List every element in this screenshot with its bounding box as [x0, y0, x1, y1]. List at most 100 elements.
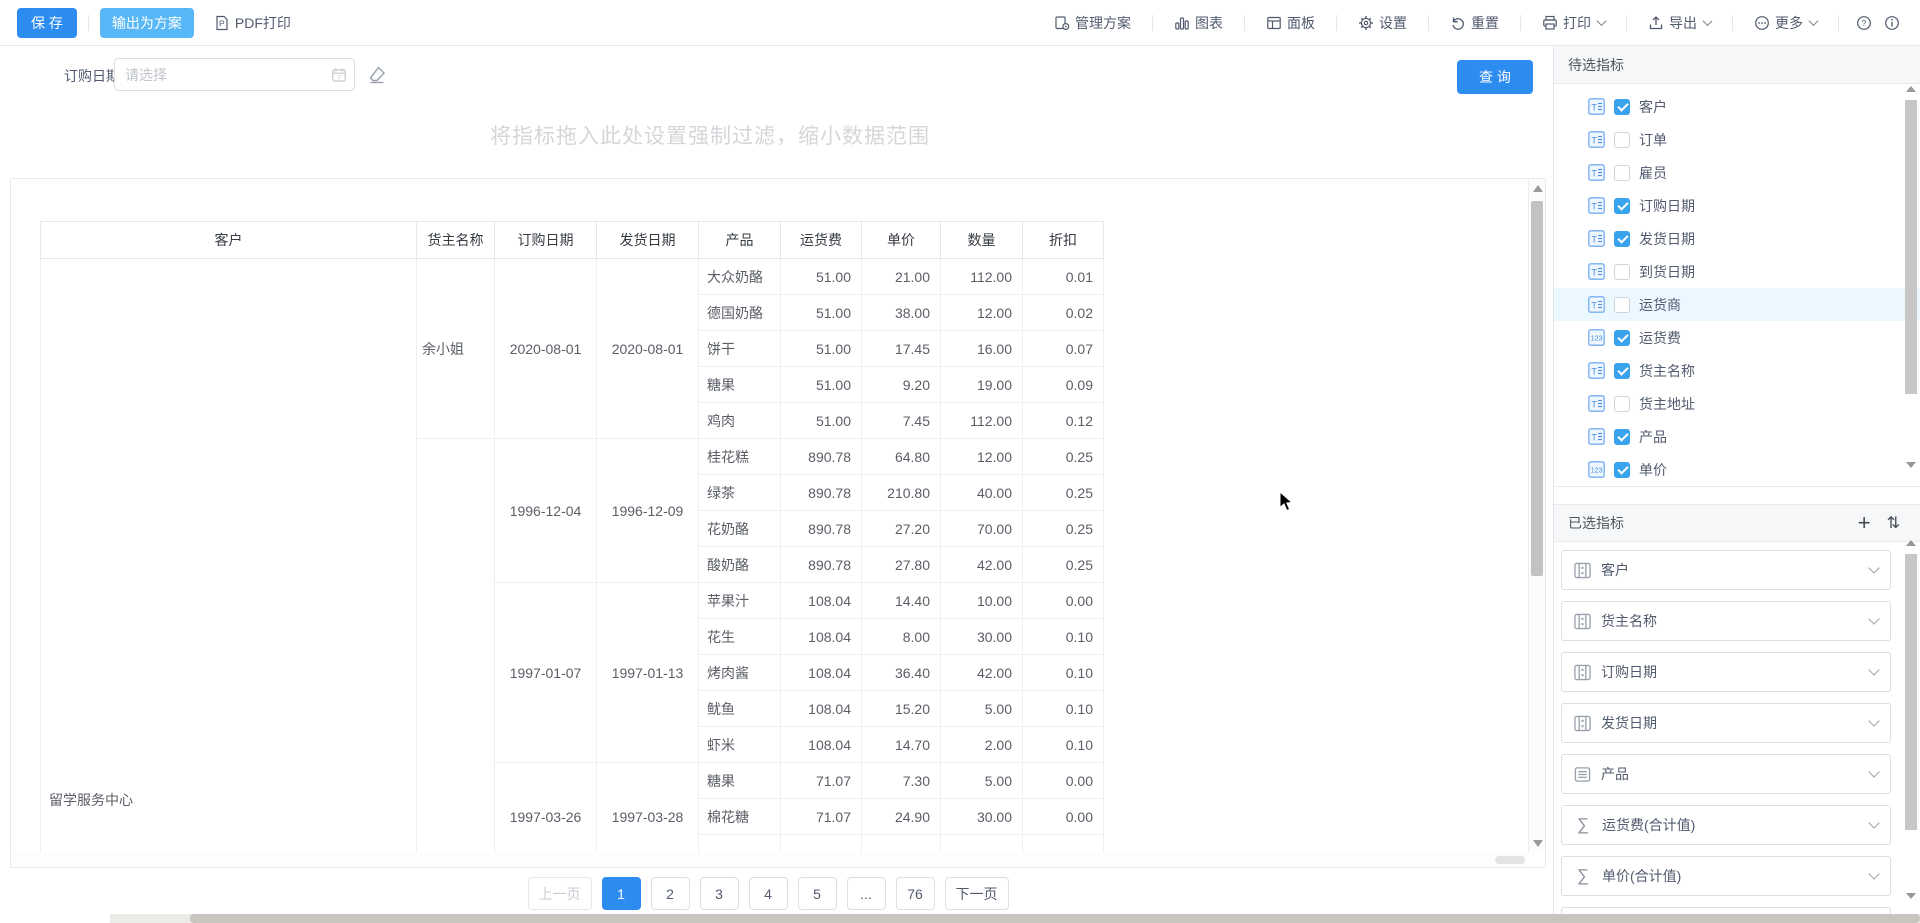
pdf-print-button[interactable]: P PDF打印: [204, 13, 301, 33]
pending-metric-10[interactable]: T货主地址: [1554, 387, 1920, 420]
chevron-down-icon[interactable]: [1868, 562, 1879, 573]
page-2-button[interactable]: 2: [651, 877, 690, 910]
table-horizontal-scrollbar[interactable]: [11, 853, 1528, 867]
export-button[interactable]: 导出: [1638, 13, 1721, 33]
manage-scheme-button[interactable]: 管理方案: [1044, 13, 1141, 33]
checkbox-unchecked[interactable]: [1614, 165, 1630, 181]
column-header: 单价: [862, 222, 941, 259]
checkbox-checked[interactable]: [1614, 363, 1630, 379]
scroll-up-arrow[interactable]: [1906, 86, 1916, 92]
checkbox-checked[interactable]: [1614, 198, 1630, 214]
pending-metric-8[interactable]: 123运货费: [1554, 321, 1920, 354]
chevron-down-icon[interactable]: [1868, 868, 1879, 879]
discount-cell: 0.07: [1023, 331, 1104, 367]
checkbox-unchecked[interactable]: [1614, 297, 1630, 313]
selected-metric-card-6[interactable]: ∑运货费(合计值): [1561, 805, 1891, 845]
table-vertical-scrollbar[interactable]: [1528, 179, 1545, 853]
checkbox-checked[interactable]: [1614, 429, 1630, 445]
scroll-up-arrow[interactable]: [1533, 185, 1543, 192]
scroll-down-arrow[interactable]: [1906, 462, 1916, 468]
checkbox-checked[interactable]: [1614, 462, 1630, 478]
scroll-down-arrow[interactable]: [1533, 840, 1543, 847]
chevron-down-icon[interactable]: [1868, 817, 1879, 828]
reset-button[interactable]: 重置: [1440, 13, 1509, 33]
unit-price-cell: 17.45: [862, 331, 941, 367]
number-field-icon: 123: [1588, 329, 1605, 346]
pending-scrollbar[interactable]: [1905, 86, 1917, 486]
chevron-down-icon[interactable]: [1868, 664, 1879, 675]
pending-metric-5[interactable]: T发货日期: [1554, 222, 1920, 255]
scrollbar-thumb[interactable]: [1905, 554, 1917, 830]
settings-button[interactable]: 设置: [1348, 13, 1417, 33]
pending-metric-2[interactable]: T订单: [1554, 123, 1920, 156]
prev-page-button[interactable]: 上一页: [528, 877, 592, 910]
panel-button[interactable]: 面板: [1256, 13, 1325, 33]
metric-label: 雇员: [1639, 163, 1667, 183]
help-button[interactable]: ?: [1850, 15, 1878, 31]
output-scheme-button[interactable]: 输出为方案: [100, 8, 194, 38]
checkbox-unchecked[interactable]: [1614, 132, 1630, 148]
svg-text:T: T: [1591, 366, 1597, 376]
pending-metric-7[interactable]: T运货商: [1554, 288, 1920, 321]
page-1-button[interactable]: 1: [602, 877, 641, 910]
scrollbar-thumb[interactable]: [1495, 856, 1525, 864]
metric-label: 货主名称: [1601, 611, 1860, 631]
sort-metrics-button[interactable]: ⇅: [1887, 513, 1900, 533]
scrollbar-thumb[interactable]: [190, 914, 1920, 923]
pending-metric-3[interactable]: T雇员: [1554, 156, 1920, 189]
quantity-cell: 70.00: [941, 511, 1023, 547]
info-button[interactable]: [1878, 15, 1906, 31]
chevron-down-icon[interactable]: [1868, 715, 1879, 726]
chart-button[interactable]: 图表: [1164, 13, 1233, 33]
page-5-button[interactable]: 5: [798, 877, 837, 910]
pending-metric-11[interactable]: T产品: [1554, 420, 1920, 453]
next-page-button[interactable]: 下一页: [945, 877, 1009, 910]
chevron-down-icon[interactable]: [1868, 766, 1879, 777]
clear-filter-button[interactable]: [366, 64, 388, 86]
selected-metric-card-1[interactable]: 客户: [1561, 550, 1891, 590]
selected-metric-card-2[interactable]: 货主名称: [1561, 601, 1891, 641]
page-3-button[interactable]: 3: [700, 877, 739, 910]
pending-metric-4[interactable]: T订购日期: [1554, 189, 1920, 222]
checkbox-checked[interactable]: [1614, 99, 1630, 115]
selected-metric-card-7[interactable]: ∑单价(合计值): [1561, 856, 1891, 896]
page-76-button[interactable]: 76: [896, 877, 935, 910]
pending-metric-6[interactable]: T到货日期: [1554, 255, 1920, 288]
print-button[interactable]: 打印: [1532, 13, 1615, 33]
freight-cell: [781, 835, 862, 854]
reset-undo-icon: [1450, 15, 1466, 31]
pending-metric-12[interactable]: 123单价: [1554, 453, 1920, 486]
pending-metric-1[interactable]: T客户: [1554, 90, 1920, 123]
query-button[interactable]: 查 询: [1457, 60, 1533, 94]
scroll-up-arrow[interactable]: [1906, 540, 1916, 546]
product-cell: 鸡肉: [699, 403, 781, 439]
checkbox-checked[interactable]: [1614, 330, 1630, 346]
selected-metric-card-3[interactable]: 订购日期: [1561, 652, 1891, 692]
page-4-button[interactable]: 4: [749, 877, 788, 910]
metrics-panel: 待选指标 T客户T订单T雇员T订购日期T发货日期T到货日期T运货商123运货费T…: [1553, 46, 1920, 923]
add-metric-button[interactable]: +: [1858, 512, 1871, 534]
freight-cell: 890.78: [781, 475, 862, 511]
ship-date-cell: 1997-01-13: [597, 583, 699, 763]
quantity-cell: 12.00: [941, 295, 1023, 331]
checkbox-checked[interactable]: [1614, 231, 1630, 247]
selected-scrollbar[interactable]: [1905, 540, 1917, 902]
selected-metric-card-4[interactable]: 发货日期: [1561, 703, 1891, 743]
unit-price-cell: 15.20: [862, 691, 941, 727]
scroll-down-arrow[interactable]: [1906, 893, 1916, 899]
more-button[interactable]: 更多: [1744, 13, 1827, 33]
scrollbar-thumb[interactable]: [1905, 100, 1917, 394]
pending-metric-9[interactable]: T货主名称: [1554, 354, 1920, 387]
checkbox-unchecked[interactable]: [1614, 396, 1630, 412]
page-ellipsis-button[interactable]: ...: [847, 877, 886, 910]
metric-label: 产品: [1639, 427, 1667, 447]
order-date-field[interactable]: [115, 67, 324, 83]
unit-price-cell: 14.70: [862, 727, 941, 763]
chevron-down-icon[interactable]: [1868, 613, 1879, 624]
checkbox-unchecked[interactable]: [1614, 264, 1630, 280]
scrollbar-thumb[interactable]: [1531, 201, 1543, 576]
save-button[interactable]: 保 存: [17, 8, 77, 38]
page-horizontal-scrollbar[interactable]: [110, 914, 1920, 923]
order-date-input[interactable]: 7: [114, 58, 355, 91]
selected-metric-card-5[interactable]: 产品: [1561, 754, 1891, 794]
